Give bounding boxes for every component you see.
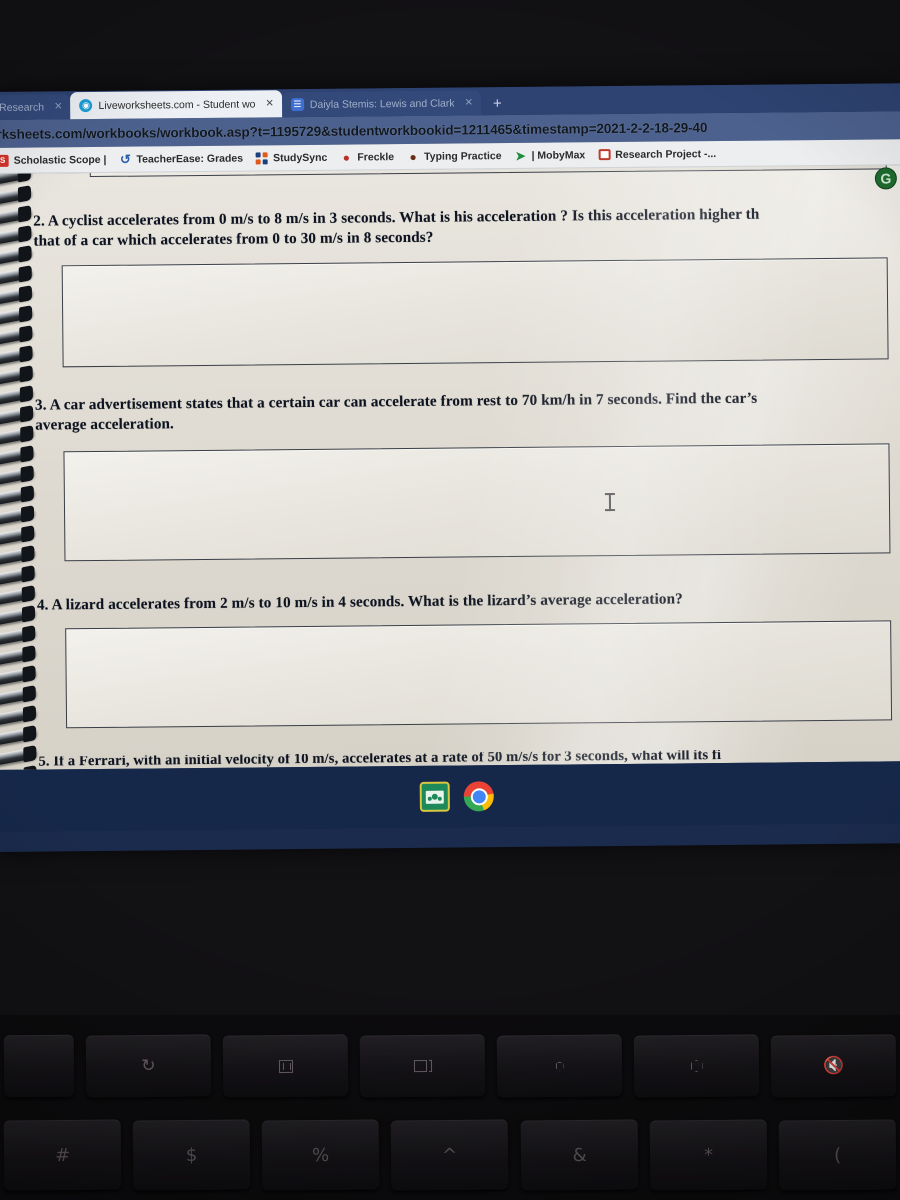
spiral-coil [0,487,38,506]
liveworksheets-icon: ◉ [79,99,93,113]
overview-key [359,1034,486,1098]
bookmark-typing-practice[interactable]: ● Typing Practice [403,149,511,164]
key-percent: % [261,1119,380,1191]
google-docs-icon: ☰ [290,97,304,112]
key-caret: ^ [391,1119,509,1191]
url-text: orksheets.com/workbooks/workbook.asp?t=1… [0,119,708,142]
bookmark-teacherease-grades[interactable]: ↺ TeacherEase: Grades [115,151,252,167]
key-asterisk: * [649,1119,768,1191]
answer-box-question-3[interactable] [63,443,891,562]
spiral-coil [0,227,35,246]
question-line-1: 4. A lizard accelerates from 2 m/s to 10… [36,590,683,614]
keyboard-number-row: # $ % ^ & * ( [0,1119,900,1191]
spiral-coil [0,547,39,566]
fullscreen-key [222,1034,349,1098]
spiral-coil [0,607,39,626]
research-project-icon [598,149,611,161]
bookmark-label: Freckle [357,150,395,163]
spiral-coil [0,267,36,286]
answer-box-question-4[interactable] [65,620,893,729]
spiral-coil [0,467,38,486]
bookmark-label: | MobyMax [531,148,586,162]
spiral-coil [0,687,40,706]
spiral-coil [0,567,39,586]
spiral-coil [0,527,38,546]
spiral-coil [0,727,40,746]
spiral-coil [0,287,36,306]
typing-practice-icon: ● [409,149,417,164]
bookmark-label: TeacherEase: Grades [136,152,244,166]
chrome-icon[interactable] [463,781,494,812]
google-classroom-icon[interactable] [419,781,450,812]
spiral-coil [0,347,37,366]
chromebook-screen: Research ✕ ◉ Liveworksheets.com - Studen… [0,83,900,852]
spiral-coil [0,627,39,646]
brightness-up-key [633,1034,760,1098]
bookmark-research-project[interactable]: Research Project -... [594,147,725,161]
spiral-coil [0,707,40,726]
scholastic-icon: S [0,154,9,167]
spiral-coil [0,587,39,606]
bookmark-scholastic-scope[interactable]: S Scholastic Scope | [0,153,116,167]
close-icon[interactable]: ✕ [54,101,62,112]
bookmark-freckle[interactable]: ● Freckle [336,150,403,165]
spiral-coil [0,307,36,326]
laptop-photo: Research ✕ ◉ Liveworksheets.com - Studen… [0,0,900,1200]
spiral-coil [0,247,36,266]
worksheet-page: G 2. A cyclist accelerates from 0 m/s to… [0,165,900,770]
mute-key: 🔇 [770,1034,897,1098]
spiral-coil [0,327,36,346]
browser-tab-lewis-and-clark[interactable]: ☰ Daiyla Stemis: Lewis and Clark ✕ [281,90,482,118]
spiral-coil [0,507,38,526]
key-hash: # [3,1119,122,1191]
key-dollar: $ [132,1119,251,1191]
bookmark-label: Scholastic Scope | [13,153,107,167]
spiral-coil [0,647,40,666]
keyboard-edge-key [3,1034,75,1098]
text-cursor [608,493,612,512]
bookmark-label: Typing Practice [424,149,502,163]
browser-tab-research[interactable]: Research ✕ [0,94,71,120]
mobymax-icon: ➤ [515,148,526,163]
spiral-coil [0,207,35,226]
spiral-coil [0,407,37,426]
bookmark-label: StudySync [273,151,328,164]
browser-tab-liveworksheets[interactable]: ◉ Liveworksheets.com - Student wo ✕ [70,90,282,120]
classroom-board-glyph [425,790,444,804]
new-tab-button[interactable]: + [481,95,514,115]
reload-key: ↻ [85,1034,212,1098]
spiral-coil [0,767,41,770]
spiral-coil [0,367,37,386]
spiral-coil [0,747,40,766]
key-paren-open: ( [778,1119,897,1191]
question-2-text: 2. A cyclist accelerates from 0 m/s to 8… [33,205,760,251]
studysync-icon [256,151,269,164]
close-icon[interactable]: ✕ [265,98,273,109]
chromeos-shelf [0,761,900,832]
spiral-coil [0,447,38,466]
physical-keyboard: ↻ 🔇 # $ % ^ & * ( [0,1015,900,1200]
spiral-coil [0,667,40,686]
bookmark-label: Research Project -... [615,147,717,161]
freckle-bear-icon: ● [342,150,351,165]
question-4-text: 4. A lizard accelerates from 2 m/s to 10… [37,589,683,615]
spiral-coil [0,427,37,446]
avatar[interactable]: G [874,167,897,190]
tab-title: Research [0,100,45,114]
keyboard-function-row: ↻ 🔇 [0,1034,900,1098]
spiral-coil [0,387,37,406]
tab-title: Daiyla Stemis: Lewis and Clark [309,97,455,111]
brightness-down-key [496,1034,623,1098]
question-3-text: 3. A car advertisement states that a cer… [35,389,758,435]
bookmark-studysync[interactable]: StudySync [252,151,336,164]
answer-box-question-2[interactable] [61,257,889,368]
key-ampersand: & [520,1119,639,1191]
bookmark-mobymax[interactable]: ➤ | MobyMax [510,148,594,163]
close-icon[interactable]: ✕ [465,97,473,108]
teacherease-icon: ↺ [119,151,131,167]
spiral-coil [0,187,35,206]
tab-title: Liveworksheets.com - Student wo [98,97,256,112]
spiral-binding-decoration [0,167,47,770]
